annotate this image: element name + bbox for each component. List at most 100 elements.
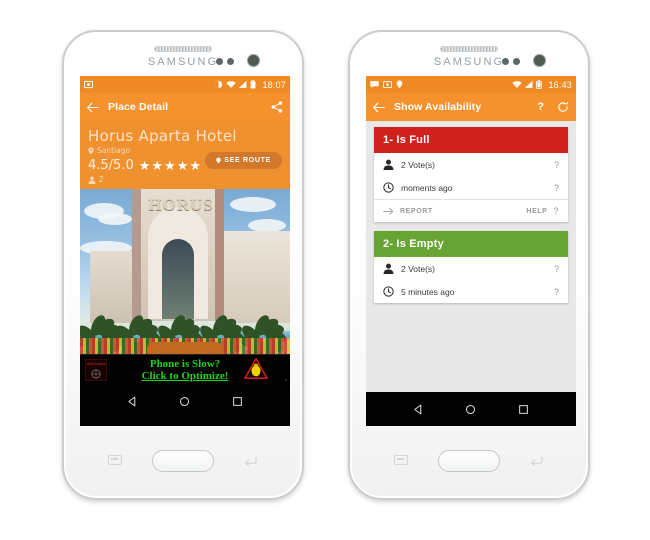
time-row[interactable]: moments ago ? [374, 176, 568, 199]
nav-home-icon[interactable] [465, 404, 476, 415]
votes-row[interactable]: 2 Vote(s) ? [374, 257, 568, 280]
time-hint-button[interactable]: ? [554, 183, 559, 193]
battery-icon [250, 80, 259, 89]
hardware-home-button[interactable] [152, 450, 214, 472]
people-row: 2 [88, 175, 282, 184]
proximity-sensor-icon [216, 58, 223, 65]
android-nav-bar-left [80, 384, 290, 418]
battery-icon [536, 80, 545, 89]
screenshot-icon [383, 80, 392, 89]
ad-banner[interactable]: AdChoice Phone is Slow? Click to Optimiz… [80, 354, 290, 384]
availability-card: 1- Is Full 2 Vote(s) ? moments ago ? REP… [374, 127, 568, 222]
ad-choice-label: AdChoice [87, 361, 106, 366]
card-header-is-full: 1- Is Full [374, 127, 568, 153]
share-icon[interactable] [271, 101, 283, 113]
people-count: 2 [99, 175, 104, 184]
hardware-back-key[interactable] [530, 455, 544, 466]
votes-hint-button[interactable]: ? [554, 264, 559, 274]
votes-row[interactable]: 2 Vote(s) ? [374, 153, 568, 176]
location-pin-icon [88, 146, 94, 155]
clock-icon [383, 182, 394, 193]
help-button[interactable]: HELP [526, 208, 547, 215]
star-icon: ★ [151, 158, 164, 173]
nav-home-icon[interactable] [179, 396, 190, 407]
phone-left-screen: 18:07 Place Detail Horus Aparta Hotel Sa… [80, 76, 290, 426]
status-bar-left: 18:07 [80, 76, 290, 93]
star-icon: ★ [164, 158, 176, 173]
android-nav-bar-right [366, 392, 576, 426]
front-camera-icon [533, 54, 546, 67]
signal-icon [238, 80, 247, 89]
page-title: Show Availability [394, 101, 482, 113]
ad-line-2[interactable]: Click to Optimize! [142, 370, 229, 382]
hardware-back-key[interactable] [244, 455, 258, 466]
wifi-icon [226, 80, 237, 89]
hardware-menu-key[interactable] [394, 455, 408, 465]
front-camera-icon [247, 54, 260, 67]
rating-stars: ★ ★ ★ ★ ★ [139, 159, 201, 172]
hardware-menu-key[interactable] [108, 455, 122, 465]
arrow-right-icon[interactable] [383, 207, 394, 216]
person-icon [88, 176, 96, 184]
palm-tree [196, 294, 246, 354]
see-route-label: SEE ROUTE [224, 157, 271, 164]
earpiece-speaker-icon [154, 46, 212, 52]
votes-hint-button[interactable]: ? [554, 160, 559, 170]
warning-triangle-icon [244, 358, 268, 380]
votes-label: 2 Vote(s) [401, 263, 436, 274]
ad-choice-badge[interactable]: AdChoice [85, 359, 107, 381]
see-route-button[interactable]: SEE ROUTE [205, 152, 282, 169]
ad-text: Phone is Slow? Click to Optimize! [142, 358, 229, 382]
star-icon: ★ [138, 158, 151, 173]
signal-icon [524, 80, 533, 89]
place-hero: Horus Aparta Hotel Santiago 4.5/5.0 ★ ★ … [80, 121, 290, 189]
light-sensor-icon [227, 58, 234, 65]
phone-left-bottom-bezel [64, 422, 302, 498]
nav-recents-icon[interactable] [232, 396, 243, 407]
palm-tree [154, 294, 204, 354]
screenshot-icon [84, 80, 93, 89]
help-button[interactable]: ? [537, 101, 544, 113]
time-label: moments ago [401, 182, 453, 193]
availability-list: 1- Is Full 2 Vote(s) ? moments ago ? REP… [366, 121, 576, 426]
ad-line-1: Phone is Slow? [149, 357, 221, 370]
phone-right-screen: 16:43 Show Availability ? 1- Is Full 2 V… [366, 76, 576, 426]
status-bar-clock: 16:43 [548, 79, 572, 90]
do-not-disturb-icon [214, 80, 223, 89]
status-bar-right-left-icons [370, 80, 405, 89]
ad-close-icon[interactable]: x [285, 377, 287, 382]
status-bar-clock: 18:07 [262, 79, 286, 90]
phone-right-bottom-bezel [350, 422, 588, 498]
rating-value: 4.5/5.0 [88, 158, 134, 173]
cloud-shape [230, 197, 276, 212]
nav-back-icon[interactable] [127, 396, 138, 407]
time-label: 5 minutes ago [401, 286, 455, 297]
phone-right: SAMSUNG 16:43 Show Availability ? 1- Is … [348, 30, 590, 500]
app-bar-right: Show Availability ? [366, 93, 576, 121]
proximity-sensor-icon [502, 58, 509, 65]
light-sensor-icon [513, 58, 520, 65]
votes-label: 2 Vote(s) [401, 159, 436, 170]
nav-recents-icon[interactable] [518, 404, 529, 415]
photo-gallery-tab[interactable] [147, 342, 223, 354]
status-bar-right-right-icons: 16:43 [512, 80, 572, 90]
status-bar-left-icons [84, 80, 93, 89]
refresh-icon[interactable] [557, 101, 569, 113]
earpiece-speaker-icon [440, 46, 498, 52]
chat-bubble-icon [370, 80, 379, 89]
report-button[interactable]: REPORT [400, 208, 433, 215]
time-row[interactable]: 5 minutes ago ? [374, 280, 568, 303]
back-arrow-icon[interactable] [87, 102, 99, 113]
nav-back-icon[interactable] [413, 404, 424, 415]
phone-left: SAMSUNG 18:07 Place Detail Horus Aparta … [62, 30, 304, 500]
back-arrow-icon[interactable] [373, 102, 385, 113]
place-photo[interactable]: HORUS [80, 189, 290, 354]
wifi-icon [512, 80, 523, 89]
samsung-logo: SAMSUNG [147, 56, 219, 68]
help-hint-button[interactable]: ? [553, 206, 559, 216]
palm-tree [238, 294, 288, 354]
samsung-logo: SAMSUNG [433, 56, 505, 68]
hardware-home-button[interactable] [438, 450, 500, 472]
time-hint-button[interactable]: ? [554, 287, 559, 297]
phone-right-top-bezel: SAMSUNG [350, 32, 588, 80]
